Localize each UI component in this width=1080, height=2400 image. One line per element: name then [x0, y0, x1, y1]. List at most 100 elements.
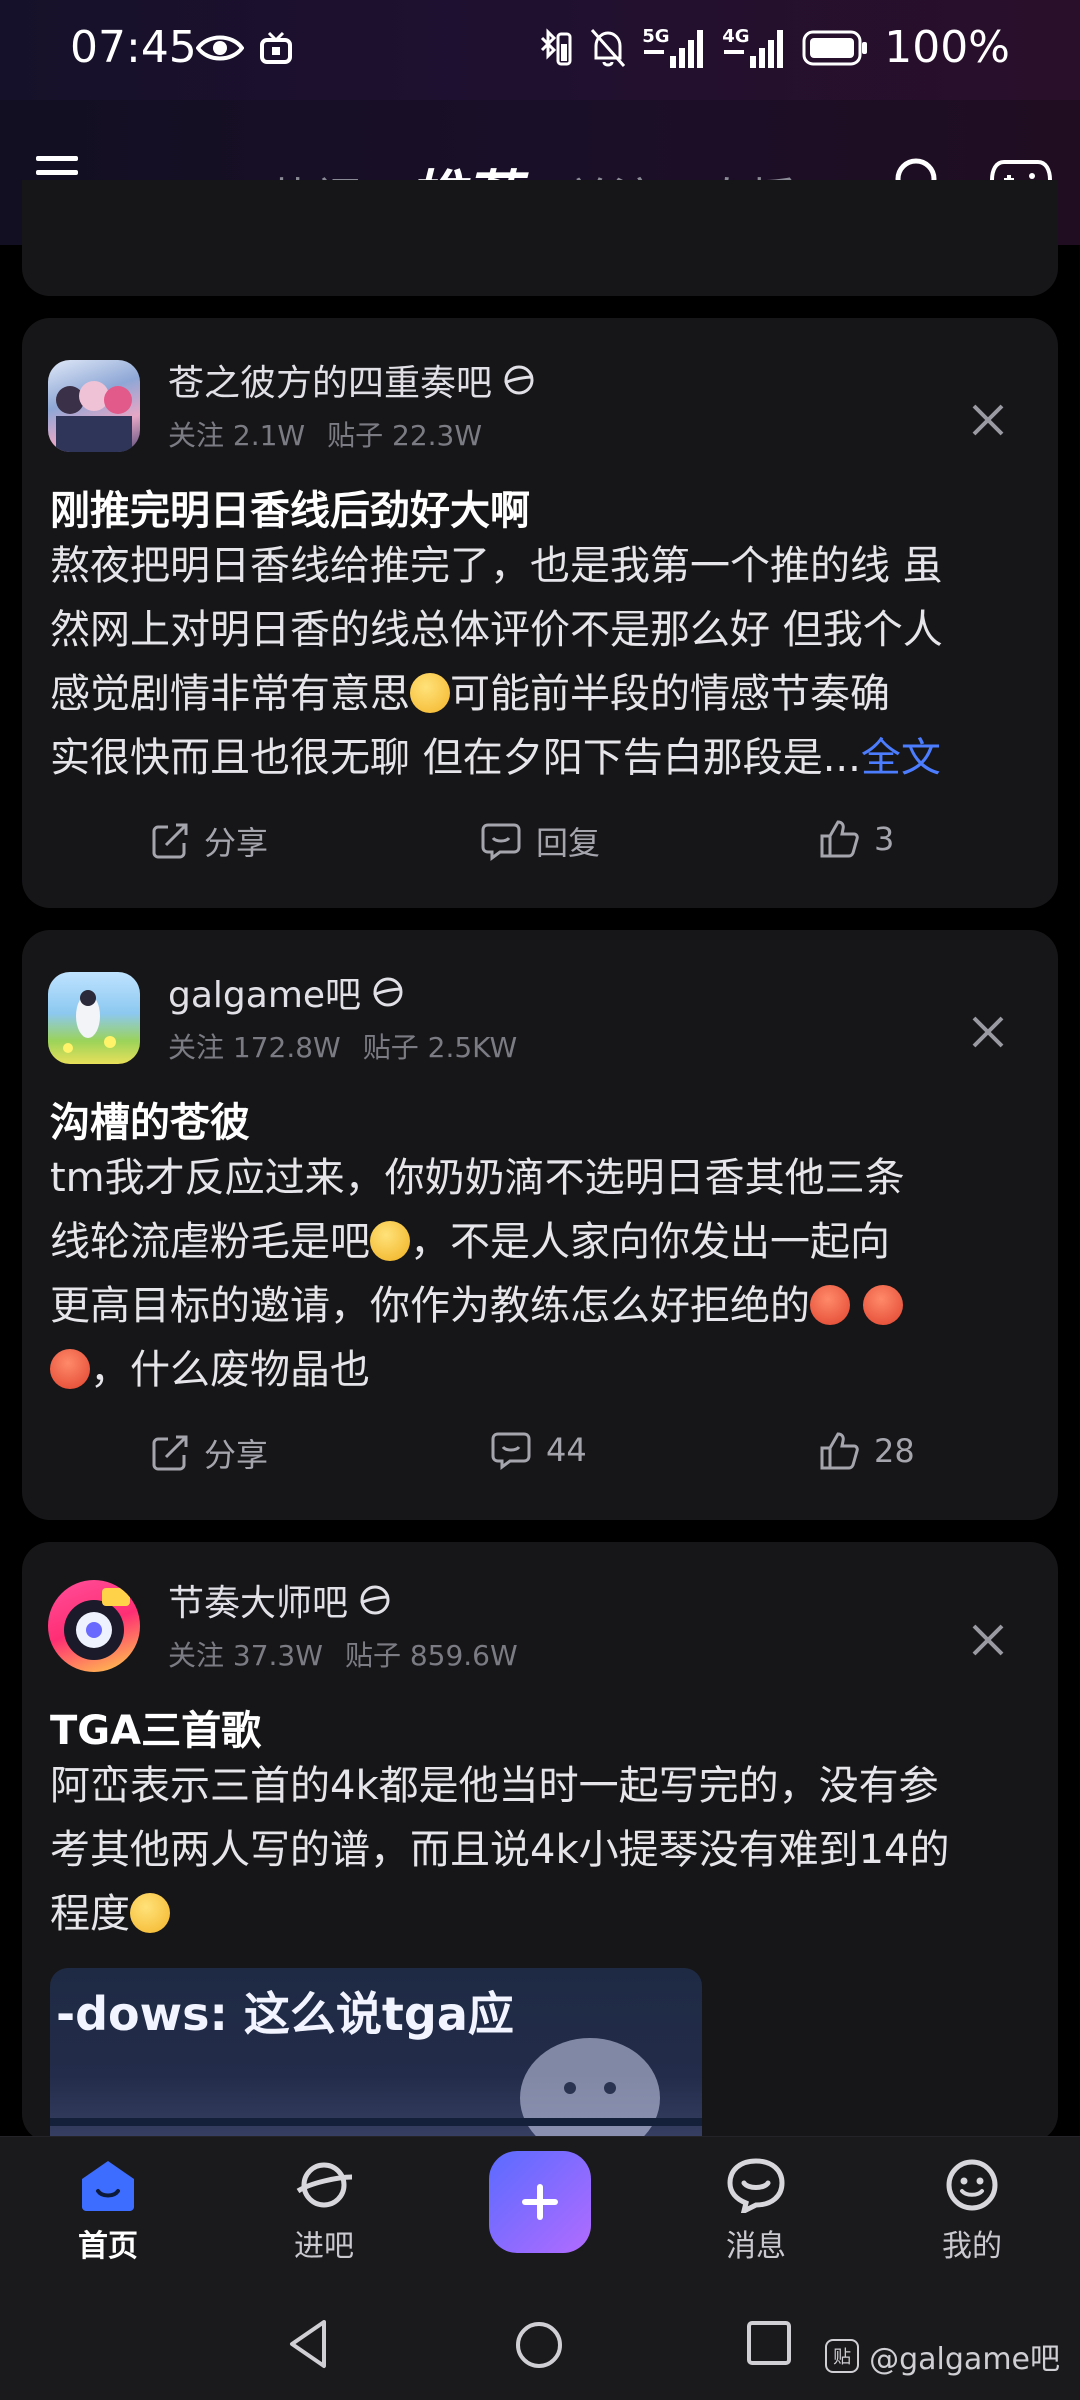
- forum-followers: 关注 2.1W: [168, 419, 306, 452]
- reply-button[interactable]: 44: [490, 1430, 587, 1470]
- thumbs-up-icon: [820, 820, 859, 858]
- post-body-line: 感觉剧情非常有意思: [50, 671, 410, 717]
- like-count: 28: [874, 1432, 915, 1470]
- home-circle-icon[interactable]: [514, 2320, 564, 2370]
- post-image[interactable]: -dows: 这么说tga应: [50, 1968, 702, 2142]
- tv-icon: [260, 31, 292, 64]
- close-icon[interactable]: [970, 1622, 1006, 1658]
- signal-4g: 4G: [722, 26, 788, 70]
- post-title[interactable]: 刚推完明日香线后劲好大啊: [50, 478, 530, 536]
- share-icon: [152, 1435, 188, 1471]
- reply-icon: [481, 823, 521, 861]
- post-body[interactable]: 阿峦表示三首的4k都是他当时一起写完的，没有参 考其他两人写的谱，而且说4k小提…: [50, 1754, 1050, 1946]
- planet-icon: [296, 2162, 353, 2208]
- forum-name: 节奏大师吧: [168, 1583, 349, 1624]
- home-icon: [82, 2161, 134, 2211]
- like-button[interactable]: 28: [818, 1430, 915, 1472]
- sweat-emoji-icon: [370, 1221, 410, 1261]
- post-card[interactable]: 苍之彼方的四重奏吧 关注 2.1W 贴子 22.3W 刚推完明日香线后劲好大啊 熬…: [22, 318, 1058, 908]
- mute-bell-icon: [591, 28, 626, 67]
- forum-planet-icon: [360, 1585, 390, 1615]
- signal-5g-bars-icon: [644, 29, 704, 68]
- status-time: 07:45: [70, 22, 197, 73]
- angry-emoji-icon: [862, 1285, 903, 1325]
- like-button[interactable]: 3: [818, 818, 894, 860]
- post-card[interactable]: galgame吧 关注 172.8W 贴子 2.5KW 沟槽的苍彼 tm我才反应过…: [22, 930, 1058, 1520]
- previous-post-card: [22, 180, 1058, 296]
- share-button[interactable]: 分享: [150, 1430, 268, 1476]
- forum-name-row[interactable]: galgame吧: [168, 966, 405, 1018]
- forum-avatar[interactable]: [48, 1580, 140, 1672]
- bottom-nav: 首页 进吧 消息 我的: [0, 2136, 1080, 2290]
- close-icon[interactable]: [970, 402, 1006, 438]
- thumbs-up-icon: [820, 1432, 859, 1470]
- plus-icon: [522, 2184, 558, 2220]
- read-more-link[interactable]: 全文: [861, 735, 941, 781]
- system-nav-bar: 贴 @galgame吧: [0, 2290, 1080, 2400]
- post-body-line: 更高目标的邀请，你作为教练怎么好拒绝的: [50, 1283, 810, 1329]
- recent-apps-icon[interactable]: [746, 2320, 792, 2366]
- post-body[interactable]: tm我才反应过来，你奶奶滴不选明日香其他三条 线轮流虐粉毛是吧 ，不是人家向你发出…: [50, 1146, 1050, 1402]
- signal-4g-bars-icon: [724, 29, 784, 68]
- share-button[interactable]: 分享: [150, 818, 268, 864]
- share-icon: [152, 823, 188, 859]
- create-post-button[interactable]: [489, 2151, 591, 2253]
- smiley-profile-icon: [946, 2159, 998, 2211]
- battery-percent: 100%: [884, 22, 1010, 73]
- reply-count: 44: [546, 1431, 587, 1469]
- forum-followers: 关注 37.3W: [168, 1639, 323, 1672]
- back-icon[interactable]: [286, 2318, 330, 2370]
- anime-avatar-image: [63, 990, 116, 1053]
- nav-messages[interactable]: 消息: [696, 2157, 816, 2265]
- post-body-line: 熬夜把明日香线给推完了，也是我第一个推的线 虽: [50, 543, 943, 589]
- nav-forums[interactable]: 进吧: [264, 2157, 384, 2265]
- bluetooth-battery-icon: [541, 27, 572, 65]
- post-title[interactable]: 沟槽的苍彼: [50, 1090, 250, 1148]
- forum-avatar[interactable]: [48, 360, 140, 452]
- battery-icon: [802, 30, 868, 65]
- tieba-logo-icon: 贴: [825, 2339, 860, 2373]
- forum-post-count: 贴子 2.5KW: [362, 1031, 518, 1064]
- watermark-text: @galgame吧: [869, 2342, 1060, 2377]
- close-icon[interactable]: [970, 1014, 1006, 1050]
- forum-name: 苍之彼方的四重奏吧: [168, 363, 493, 404]
- signal-5g: 5G: [642, 26, 708, 70]
- post-body-line: 考其他两人写的谱，而且说4k小提琴没有难到14的: [50, 1827, 950, 1873]
- post-body-line: tm我才反应过来，你奶奶滴不选明日香其他三条: [50, 1155, 905, 1201]
- forum-stats: 关注 2.1W 贴子 22.3W: [168, 414, 482, 454]
- forum-post-count: 贴子 22.3W: [327, 419, 483, 452]
- post-body-line: 然网上对明日香的线总体评价不是那么好 但我个人: [50, 607, 943, 653]
- post-card[interactable]: 节奏大师吧 关注 37.3W 贴子 859.6W TGA三首歌 阿峦表示三首的4k…: [22, 1542, 1058, 2142]
- previous-post-actions: [22, 220, 1058, 260]
- anime-character-illustration: [50, 2038, 702, 2142]
- forum-stats: 关注 37.3W 贴子 859.6W: [168, 1634, 518, 1674]
- angry-emoji-icon: [810, 1285, 850, 1325]
- forum-stats: 关注 172.8W 贴子 2.5KW: [168, 1026, 517, 1066]
- nav-home[interactable]: 首页: [48, 2157, 168, 2265]
- post-body-line: ，什么废物晶也: [90, 1347, 370, 1393]
- forum-planet-icon: [373, 977, 403, 1007]
- like-count: 3: [874, 820, 895, 858]
- grin-emoji-icon: [130, 1893, 170, 1933]
- post-actions: 分享 回复 3: [22, 818, 1058, 878]
- post-body[interactable]: 熬夜把明日香线给推完了，也是我第一个推的线 虽 然网上对明日香的线总体评价不是那…: [50, 534, 1050, 790]
- forum-name: galgame吧: [168, 975, 362, 1016]
- reply-button[interactable]: 回复: [480, 818, 600, 864]
- post-body-line: 线轮流虐粉毛是吧: [50, 1219, 370, 1265]
- forum-name-row[interactable]: 苍之彼方的四重奏吧: [168, 354, 536, 406]
- forum-post-count: 贴子 859.6W: [344, 1639, 518, 1672]
- message-icon: [727, 2158, 785, 2216]
- watermark: 贴 @galgame吧: [825, 2334, 1060, 2378]
- post-actions: 分享 44 28: [22, 1430, 1058, 1490]
- post-body-line: 实很快而且也很无聊 但在夕阳下告白那段是...: [50, 735, 861, 781]
- post-body-line: 可能前半段的情感节奏确: [450, 671, 890, 717]
- post-body-line: 程度: [50, 1891, 130, 1937]
- status-bar: 07:45 5G 4G 100%: [0, 0, 1080, 100]
- forum-followers: 关注 172.8W: [168, 1031, 341, 1064]
- nav-mine[interactable]: 我的: [912, 2157, 1032, 2265]
- forum-avatar[interactable]: [48, 972, 140, 1064]
- forum-name-row[interactable]: 节奏大师吧: [168, 1574, 392, 1626]
- post-title[interactable]: TGA三首歌: [50, 1698, 261, 1756]
- forum-planet-icon: [504, 365, 534, 395]
- smile-emoji-icon: [410, 673, 450, 713]
